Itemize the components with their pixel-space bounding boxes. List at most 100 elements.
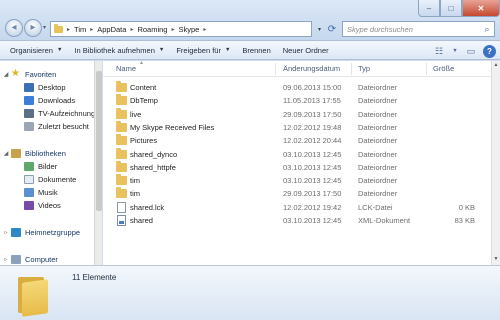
nav-desktop[interactable]: Desktop [24, 81, 66, 93]
column-divider[interactable] [275, 63, 276, 75]
file-type: Dateiordner [358, 176, 398, 186]
address-bar[interactable]: ▸ Tim ▸ AppData ▸ Roaming ▸ Skype ▸ [50, 21, 312, 37]
view-options-icon[interactable]: ☷ [431, 44, 447, 58]
file-name: shared.lck [130, 202, 165, 212]
scroll-up-icon[interactable]: ▲ [492, 62, 500, 70]
nav-documents[interactable]: Dokumente [24, 173, 76, 185]
preview-pane-icon[interactable]: ▭ [463, 44, 479, 58]
file-date: 12.02.2012 20:44 [283, 136, 342, 146]
back-button[interactable]: ◂ [5, 19, 23, 37]
column-header-name[interactable]: Name [116, 64, 136, 73]
table-row[interactable]: tim 03.10.2013 12:45 Dateiordner [103, 174, 500, 187]
nav-homegroup-label: Heimnetzgruppe [25, 227, 81, 237]
expand-arrow-icon[interactable]: ◢ [2, 150, 10, 157]
file-name: Pictures [130, 136, 158, 146]
file-type: Dateiordner [358, 96, 398, 106]
nav-favorites[interactable]: ◢ ★ Favoriten [2, 68, 57, 80]
nav-downloads[interactable]: Downloads [24, 94, 75, 106]
table-row[interactable]: shared_httpfe 03.10.2013 12:45 Dateiordner [103, 160, 500, 174]
folder-icon [116, 94, 127, 106]
file-type: LCK-Datei [358, 202, 393, 212]
chevron-down-icon: ▼ [224, 47, 231, 53]
navigation-pane: ◢ ★ Favoriten Desktop Downloads TV-Aufze… [0, 61, 96, 265]
address-history-dropdown[interactable]: ▾ [315, 21, 324, 37]
nav-pictures[interactable]: Bilder [24, 160, 57, 172]
search-icon[interactable]: ⌕ [480, 24, 494, 35]
breadcrumb-item[interactable]: Tim [74, 25, 86, 34]
nav-libraries[interactable]: ◢ Bibliotheken [2, 147, 66, 159]
file-type: Dateiordner [358, 149, 398, 159]
minimize-button[interactable]: – [418, 0, 440, 17]
folder-icon [116, 81, 127, 92]
file-type: Dateiordner [358, 162, 398, 172]
help-icon[interactable]: ? [483, 44, 496, 58]
expand-arrow-icon[interactable]: ◢ [2, 71, 10, 78]
maximize-button[interactable]: □ [440, 0, 462, 17]
nav-tv-recordings[interactable]: TV-Aufzeichnung [24, 107, 95, 119]
table-row[interactable]: tim 29.09.2013 17:50 Dateiordner [103, 187, 500, 200]
table-row[interactable]: shared.lck 12.02.2012 19:42 LCK-Datei 0 KB [103, 201, 500, 214]
file-date: 09.06.2013 15:00 [283, 83, 342, 92]
share-menu[interactable]: Freigeben für ▼ [170, 41, 236, 59]
organize-menu[interactable]: Organisieren ▼ [4, 41, 68, 59]
folder-icon [116, 120, 127, 132]
file-date: 12.02.2012 19:42 [283, 202, 342, 212]
nav-videos-label: Videos [38, 200, 61, 210]
table-row[interactable]: DbTemp 11.05.2013 17:55 Dateiordner [103, 94, 500, 107]
file-date: 03.10.2013 12:45 [283, 176, 342, 186]
nav-music[interactable]: Musik [24, 186, 58, 198]
table-row[interactable]: Pictures 12.02.2012 20:44 Dateiordner [103, 134, 500, 147]
table-row[interactable]: My Skype Received Files 12.02.2012 19:48 D… [103, 120, 500, 134]
file-list: Name ▲ Änderungsdatum Typ Größe Content 0… [103, 60, 500, 265]
expand-arrow-icon[interactable]: ▹ [2, 256, 10, 263]
navigation-scrollbar[interactable] [94, 61, 102, 265]
table-row[interactable]: shared 03.10.2013 12:45 XML-Dokument 83 KB [103, 214, 500, 227]
file-name: shared_dynco [130, 149, 178, 159]
recent-pages-dropdown[interactable]: ▾ [43, 24, 46, 31]
table-row[interactable]: live 29.09.2013 17:50 Dateiordner [103, 107, 500, 121]
column-header-size[interactable]: Größe [433, 64, 454, 73]
file-icon [117, 201, 126, 213]
burn-button[interactable]: Brennen [236, 41, 276, 59]
chevron-down-icon[interactable]: ▼ [451, 44, 459, 58]
scroll-down-icon[interactable]: ▼ [492, 256, 500, 264]
breadcrumb-item[interactable]: Skype [178, 25, 199, 34]
column-divider[interactable] [426, 63, 427, 75]
file-date: 11.05.2013 17:55 [283, 96, 341, 106]
table-row[interactable]: shared_dynco 03.10.2013 12:45 Dateiordner [103, 147, 500, 161]
breadcrumb-item[interactable]: Roaming [137, 25, 167, 34]
chevron-right-icon[interactable]: ▸ [130, 26, 133, 33]
table-row[interactable]: Content 09.06.2013 15:00 Dateiordner [103, 81, 500, 94]
refresh-icon[interactable]: ⟳ [326, 21, 338, 37]
file-type: Dateiordner [358, 189, 398, 199]
back-arrow-icon: ◂ [11, 22, 17, 33]
close-button[interactable]: ✕ [462, 0, 500, 17]
file-type: Dateiordner [358, 136, 398, 146]
column-header-type[interactable]: Typ [358, 64, 370, 73]
search-placeholder[interactable]: Skype durchsuchen [347, 25, 480, 34]
chevron-right-icon[interactable]: ▸ [203, 26, 206, 33]
expand-arrow-icon[interactable]: ▹ [2, 229, 10, 236]
breadcrumb-item[interactable]: AppData [97, 25, 126, 34]
chevron-right-icon[interactable]: ▸ [67, 26, 70, 33]
nav-videos[interactable]: Videos [24, 199, 61, 211]
file-name: shared_httpfe [130, 162, 176, 172]
file-list-scrollbar[interactable]: ▲ ▼ [491, 61, 500, 265]
forward-button[interactable]: ▸ [24, 19, 42, 37]
nav-homegroup[interactable]: ▹ Heimnetzgruppe [2, 226, 80, 238]
file-type: XML-Dokument [358, 216, 411, 225]
file-name: DbTemp [130, 96, 158, 106]
forward-arrow-icon: ▸ [30, 22, 36, 33]
column-header-date[interactable]: Änderungsdatum [283, 64, 340, 73]
new-folder-button[interactable]: Neuer Ordner [277, 41, 335, 59]
include-library-menu[interactable]: In Bibliothek aufnehmen ▼ [68, 41, 170, 59]
search-box[interactable]: Skype durchsuchen ⌕ [342, 21, 495, 37]
nav-computer[interactable]: ▹ Computer [2, 253, 58, 265]
nav-recent[interactable]: Zuletzt besucht [24, 120, 89, 132]
column-divider[interactable] [351, 63, 352, 75]
file-name: tim [130, 176, 140, 186]
nav-libraries-label: Bibliotheken [25, 148, 66, 158]
navigation-scrollbar-thumb[interactable] [96, 71, 102, 211]
chevron-right-icon[interactable]: ▸ [90, 26, 93, 33]
chevron-right-icon[interactable]: ▸ [171, 26, 174, 33]
